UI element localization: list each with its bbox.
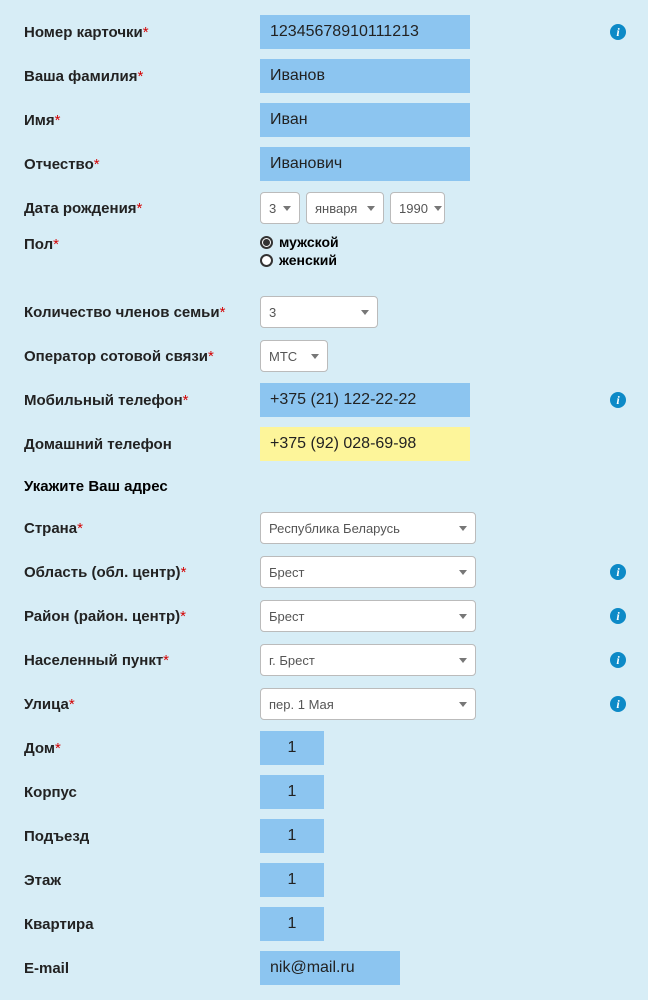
- country-select[interactable]: Республика Беларусь: [260, 512, 476, 544]
- row-home-phone: Домашний телефон: [0, 422, 648, 466]
- chevron-down-icon: [434, 206, 442, 211]
- label-email: E-mail: [0, 960, 260, 977]
- district-select[interactable]: Брест: [260, 600, 476, 632]
- dob-day-select[interactable]: 3: [260, 192, 300, 224]
- row-house: Дом*: [0, 726, 648, 770]
- chevron-down-icon: [459, 570, 467, 575]
- family-members-select[interactable]: 3: [260, 296, 378, 328]
- floor-input[interactable]: [260, 863, 324, 897]
- label-dob: Дата рождения*: [0, 200, 260, 217]
- row-surname: Ваша фамилия*: [0, 54, 648, 98]
- row-operator: Оператор сотовой связи* МТС: [0, 334, 648, 378]
- row-email: E-mail: [0, 946, 648, 990]
- label-apartment: Квартира: [0, 916, 260, 933]
- apartment-input[interactable]: [260, 907, 324, 941]
- gender-female-radio[interactable]: женский: [260, 252, 339, 268]
- label-card-number: Номер карточки*: [0, 24, 260, 41]
- dob-year-select[interactable]: 1990: [390, 192, 445, 224]
- house-input[interactable]: [260, 731, 324, 765]
- gender-radio-group: мужской женский: [260, 230, 339, 268]
- row-country: Страна* Республика Беларусь: [0, 506, 648, 550]
- label-house: Дом*: [0, 740, 260, 757]
- label-building: Корпус: [0, 784, 260, 801]
- chevron-down-icon: [459, 526, 467, 531]
- locality-select[interactable]: г. Брест: [260, 644, 476, 676]
- row-family-members: Количество членов семьи* 3: [0, 290, 648, 334]
- label-entrance: Подъезд: [0, 828, 260, 845]
- gender-male-radio[interactable]: мужской: [260, 234, 339, 250]
- info-icon[interactable]: i: [610, 608, 626, 624]
- chevron-down-icon: [283, 206, 291, 211]
- info-icon[interactable]: i: [610, 652, 626, 668]
- row-mobile: Мобильный телефон* i: [0, 378, 648, 422]
- mobile-input[interactable]: [260, 383, 470, 417]
- row-dob: Дата рождения* 3 января 1990: [0, 186, 648, 230]
- label-gender: Пол*: [0, 230, 260, 253]
- info-icon[interactable]: i: [610, 24, 626, 40]
- row-name: Имя*: [0, 98, 648, 142]
- surname-input[interactable]: [260, 59, 470, 93]
- card-number-input[interactable]: [260, 15, 470, 49]
- chevron-down-icon: [459, 614, 467, 619]
- label-locality: Населенный пункт*: [0, 652, 260, 669]
- row-building: Корпус: [0, 770, 648, 814]
- region-select[interactable]: Брест: [260, 556, 476, 588]
- label-region: Область (обл. центр)*: [0, 564, 260, 581]
- label-street: Улица*: [0, 696, 260, 713]
- row-street: Улица* пер. 1 Мая i: [0, 682, 648, 726]
- row-entrance: Подъезд: [0, 814, 648, 858]
- label-surname: Ваша фамилия*: [0, 68, 260, 85]
- radio-icon: [260, 254, 273, 267]
- row-floor: Этаж: [0, 858, 648, 902]
- patronymic-input[interactable]: [260, 147, 470, 181]
- entrance-input[interactable]: [260, 819, 324, 853]
- label-mobile: Мобильный телефон*: [0, 392, 260, 409]
- chevron-down-icon: [459, 658, 467, 663]
- label-country: Страна*: [0, 520, 260, 537]
- building-input[interactable]: [260, 775, 324, 809]
- label-family-members: Количество членов семьи*: [0, 304, 260, 321]
- chevron-down-icon: [367, 206, 375, 211]
- chevron-down-icon: [361, 310, 369, 315]
- label-floor: Этаж: [0, 872, 260, 889]
- chevron-down-icon: [311, 354, 319, 359]
- radio-icon: [260, 236, 273, 249]
- row-locality: Населенный пункт* г. Брест i: [0, 638, 648, 682]
- row-patronymic: Отчество*: [0, 142, 648, 186]
- chevron-down-icon: [459, 702, 467, 707]
- info-icon[interactable]: i: [610, 392, 626, 408]
- row-gender: Пол* мужской женский: [0, 230, 648, 282]
- label-name: Имя*: [0, 112, 260, 129]
- registration-form: Номер карточки* i Ваша фамилия* Имя* Отч…: [0, 10, 648, 990]
- row-district: Район (район. центр)* Брест i: [0, 594, 648, 638]
- street-select[interactable]: пер. 1 Мая: [260, 688, 476, 720]
- info-icon[interactable]: i: [610, 564, 626, 580]
- row-region: Область (обл. центр)* Брест i: [0, 550, 648, 594]
- row-apartment: Квартира: [0, 902, 648, 946]
- label-home-phone: Домашний телефон: [0, 436, 260, 453]
- label-operator: Оператор сотовой связи*: [0, 348, 260, 365]
- label-patronymic: Отчество*: [0, 156, 260, 173]
- dob-month-select[interactable]: января: [306, 192, 384, 224]
- address-heading: Укажите Ваш адрес: [0, 466, 648, 506]
- row-card-number: Номер карточки* i: [0, 10, 648, 54]
- operator-select[interactable]: МТС: [260, 340, 328, 372]
- label-district: Район (район. центр)*: [0, 608, 260, 625]
- home-phone-input[interactable]: [260, 427, 470, 461]
- info-icon[interactable]: i: [610, 696, 626, 712]
- name-input[interactable]: [260, 103, 470, 137]
